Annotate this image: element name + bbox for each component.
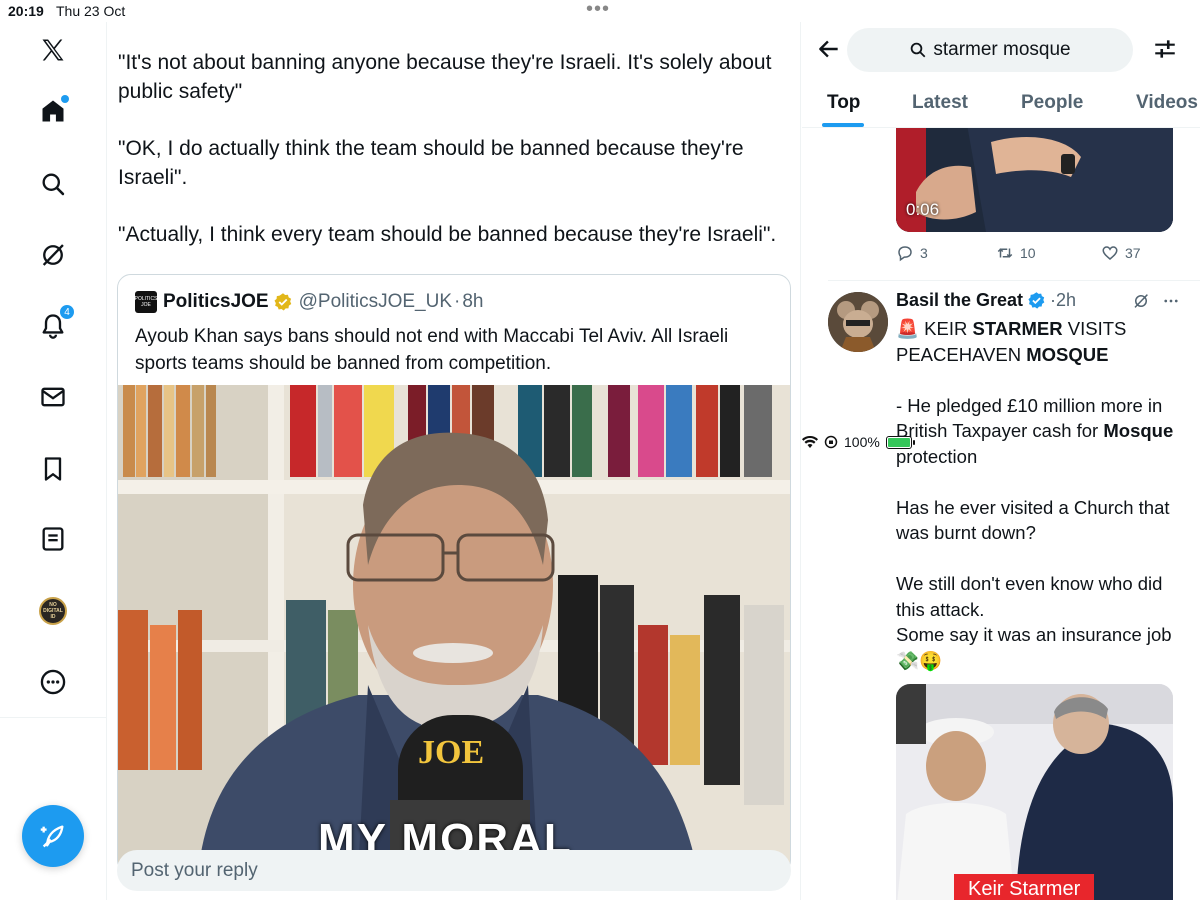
tab-videos[interactable]: Videos [1136,92,1198,114]
grok-icon[interactable] [1132,292,1150,310]
bell-icon[interactable]: 4 [33,304,75,346]
reply-count: 3 [920,245,928,261]
search-column: starmer mosque Top Latest People Videos … [802,22,1200,900]
post-highlight: Mosque [1103,420,1174,441]
left-nav: 4 NO DIGITAL ID [0,22,107,900]
tab-people[interactable]: People [1021,92,1083,114]
tweet-paragraph: "It's not about banning anyone because t… [118,51,772,103]
mail-icon[interactable] [33,377,73,417]
post-author-name[interactable]: Basil the Great [896,290,1023,311]
filter-sliders-icon[interactable] [1152,36,1178,62]
quote-author-handle[interactable]: @PoliticsJOE_UK [299,291,452,313]
image-caption-label: Keir Starmer [954,874,1095,900]
compose-icon [40,825,64,848]
post-para2-post: protection [896,445,978,467]
multitasking-dots-icon[interactable]: ••• [586,0,610,21]
video-duration: 0:06 [906,200,940,219]
quoted-tweet[interactable]: POLITICS JOE PoliticsJOE @PoliticsJOE_UK… [117,274,791,874]
search-query: starmer mosque [933,39,1071,60]
quote-header: POLITICS JOE PoliticsJOE @PoliticsJOE_UK… [135,291,483,313]
lists-icon[interactable] [33,519,73,559]
post-highlight: MOSQUE [1026,343,1109,365]
like-count: 37 [1125,245,1141,261]
tab-top[interactable]: Top [827,92,860,114]
x-logo-icon[interactable] [33,30,73,70]
profile-avatar-label: NO DIGITAL ID [39,597,67,625]
repost-count: 10 [1020,245,1036,261]
nav-divider [0,717,106,718]
post-image[interactable]: Keir Starmer [896,684,1173,900]
post-timestamp[interactable]: 2h [1056,290,1076,311]
post-text: 🚨 KEIR STARMER VISITS PEACEHAVEN MOSQUE … [896,316,1186,673]
search-input[interactable]: starmer mosque [847,28,1133,72]
reply-input[interactable]: Post your reply [117,850,791,891]
post-photo [896,684,1173,900]
repost-icon [997,248,1013,258]
status-time: 20:19 [8,3,44,19]
post-actions [1132,292,1180,310]
mic-joe-label: JOE [418,734,484,771]
search-icon [911,42,926,58]
post-paragraph: 🚨 KEIR STARMER VISITS PEACEHAVEN MOSQUE [896,316,1186,367]
search-icon[interactable] [33,164,73,204]
video-frame-illustration: JOE [118,385,790,873]
home-icon[interactable] [33,91,73,131]
quote-author-name[interactable]: PoliticsJOE [163,291,269,313]
heart-icon [1102,246,1118,260]
tab-latest[interactable]: Latest [912,92,968,114]
status-bar: 20:19 Thu 23 Oct ••• 100% [0,0,1200,450]
post-paragraph: We still don't even know who did this at… [896,573,1163,620]
quote-separator: · [454,291,461,312]
reply-count-button[interactable]: 3 [896,244,928,262]
more-icon[interactable] [33,662,73,702]
notification-badge: 4 [59,304,75,320]
tweet-text: "It's not about banning anyone because t… [118,48,798,277]
bookmark-icon[interactable] [33,449,73,489]
status-date: Thu 23 Oct [56,3,126,19]
reply-icon [898,246,912,262]
profile-avatar[interactable]: NO DIGITAL ID [33,591,73,631]
post-paragraph: - He pledged £10 million more in British… [896,393,1186,470]
avatar-image [828,292,888,352]
post-paragraph: Has he ever visited a Church that was bu… [896,496,1170,544]
active-tab-indicator [822,123,864,127]
repost-count-button[interactable]: 10 [996,244,1036,262]
more-options-icon[interactable] [1162,292,1180,310]
gold-verified-icon [274,293,291,311]
quote-avatar[interactable]: POLITICS JOE [135,291,157,313]
avatar[interactable] [828,292,888,352]
quote-video[interactable]: JOE MY MORAL [118,385,790,873]
quote-timestamp[interactable]: 8h [462,291,483,313]
main-column: "It's not about banning anyone because t… [107,22,801,900]
verified-icon [1028,292,1045,309]
compose-button[interactable] [22,805,84,867]
tweet-paragraph: "Actually, I think every team should be … [118,223,777,246]
like-count-button[interactable]: 37 [1101,244,1141,262]
back-arrow-icon[interactable] [816,36,842,62]
divider [828,280,1200,281]
search-header: starmer mosque Top Latest People Videos [802,22,1200,128]
post-paragraph: Some say it was an insurance job 💸🤑 [896,624,1172,671]
post-highlight: STARMER [972,318,1063,339]
tweet-paragraph: "OK, I do actually think the team should… [118,137,744,189]
grok-icon[interactable] [33,235,73,275]
quote-text: Ayoub Khan says bans should not end with… [135,326,729,374]
post-line1-pre: 🚨 KEIR [896,318,973,339]
search-tabs: Top Latest People Videos [802,84,1200,128]
home-new-dot [61,95,69,103]
